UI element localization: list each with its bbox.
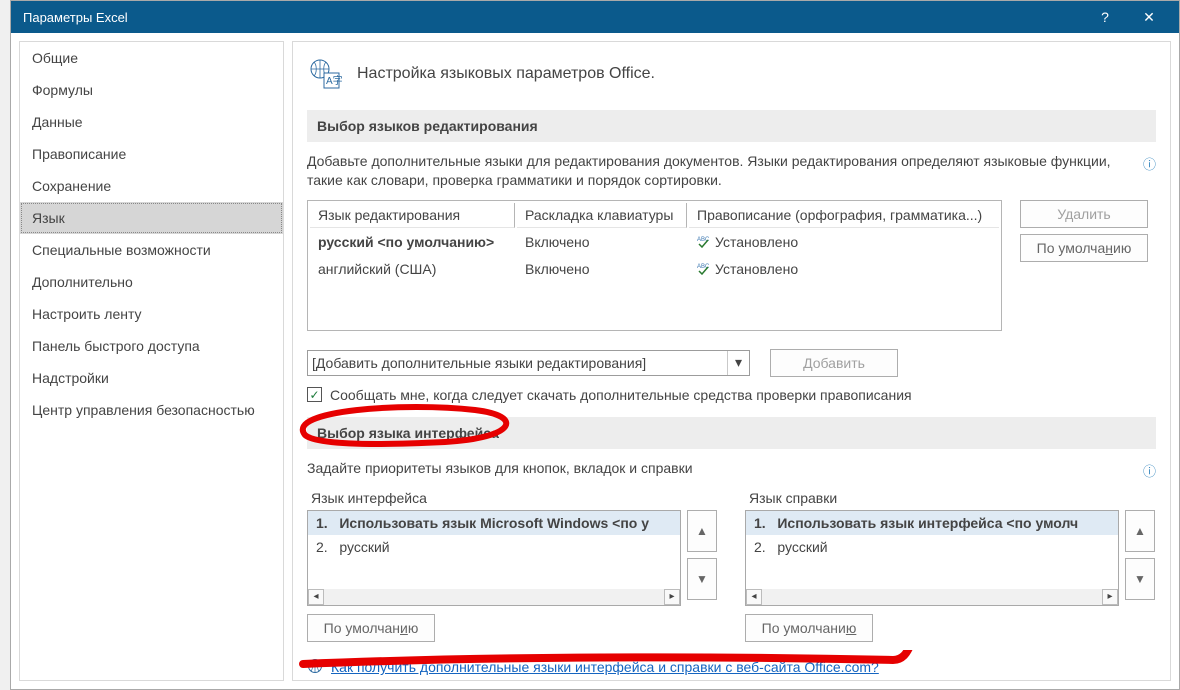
col-proof: Правописание (орфография, грамматика...) [689, 203, 999, 228]
set-default-help-button[interactable]: По умолчанию [745, 614, 873, 642]
section-header-editing: Выбор языков редактирования [307, 110, 1156, 142]
svg-text:ABC: ABC [697, 264, 710, 270]
scroll-left-icon[interactable]: ◂ [308, 589, 324, 605]
sidebar-item-quick-access[interactable]: Панель быстрого доступа [20, 330, 283, 362]
sidebar-item-proofing[interactable]: Правописание [20, 138, 283, 170]
sidebar-item-accessibility[interactable]: Специальные возможности [20, 234, 283, 266]
scroll-right-icon[interactable]: ▸ [664, 589, 680, 605]
interface-listbox[interactable]: 1. Использовать язык Microsoft Windows <… [307, 510, 681, 606]
help-button[interactable]: ? [1083, 1, 1127, 33]
sidebar-item-language[interactable]: Язык [20, 202, 283, 234]
checkbox-label: Сообщать мне, когда следует скачать допо… [330, 387, 912, 403]
editing-description: Добавьте дополнительные языки для редакт… [307, 152, 1135, 190]
move-down-button[interactable]: ▼ [687, 558, 717, 600]
table-row[interactable]: английский (США) Включено ABCУстановлено [310, 257, 999, 282]
close-button[interactable]: ✕ [1127, 1, 1171, 33]
dropdown-text: [Добавить дополнительные языки редактиро… [312, 355, 646, 371]
info-icon: ⓘ [1143, 154, 1156, 173]
scroll-left-icon[interactable]: ◂ [746, 589, 762, 605]
sidebar-item-trust-center[interactable]: Центр управления безопасностью [20, 394, 283, 426]
info-icon: ⓘ [1143, 461, 1156, 480]
get-more-languages-link[interactable]: Как получить дополнительные языки интерф… [331, 659, 879, 675]
page-title: Настройка языковых параметров Office. [357, 65, 655, 83]
sidebar-item-general[interactable]: Общие [20, 42, 283, 74]
layout-cell: Включено [517, 230, 687, 255]
abc-check-icon: ABC [697, 261, 715, 278]
list-item[interactable]: 1. Использовать язык Microsoft Windows <… [308, 511, 680, 535]
globe-icon [307, 658, 323, 677]
options-dialog: Параметры Excel ? ✕ Общие Формулы Данные… [10, 0, 1180, 690]
help-listbox[interactable]: 1. Использовать язык интерфейса <по умол… [745, 510, 1119, 606]
titlebar[interactable]: Параметры Excel ? ✕ [11, 1, 1179, 33]
lang-cell: русский <по умолчанию> [310, 230, 515, 255]
main-panel: A字 Настройка языковых параметров Office.… [292, 41, 1171, 681]
sidebar: Общие Формулы Данные Правописание Сохран… [19, 41, 284, 681]
sidebar-item-data[interactable]: Данные [20, 106, 283, 138]
move-up-button[interactable]: ▲ [1125, 510, 1155, 552]
sidebar-item-formulas[interactable]: Формулы [20, 74, 283, 106]
move-up-button[interactable]: ▲ [687, 510, 717, 552]
help-list-title: Язык справки [745, 490, 1155, 506]
set-default-ui-button[interactable]: По умолчанию [307, 614, 435, 642]
proof-cell: ABCУстановлено [689, 257, 999, 282]
globe-language-icon: A字 [307, 56, 343, 92]
chevron-down-icon: ▾ [727, 351, 749, 375]
set-default-button[interactable]: По умолчанию [1020, 234, 1148, 262]
abc-check-icon: ABC [697, 234, 715, 251]
svg-text:A字: A字 [326, 74, 342, 87]
list-item[interactable]: 2. русский [308, 535, 680, 559]
add-button[interactable]: Добавить [770, 349, 898, 377]
col-layout: Раскладка клавиатуры [517, 203, 687, 228]
scroll-right-icon[interactable]: ▸ [1102, 589, 1118, 605]
interface-list-title: Язык интерфейса [307, 490, 717, 506]
list-item[interactable]: 2. русский [746, 535, 1118, 559]
horizontal-scrollbar[interactable]: ◂▸ [308, 589, 680, 605]
svg-text:ABC: ABC [697, 237, 710, 243]
col-lang: Язык редактирования [310, 203, 515, 228]
notify-download-checkbox[interactable] [307, 387, 322, 402]
window-title: Параметры Excel [19, 10, 1083, 25]
table-row[interactable]: русский <по умолчанию> Включено ABCУстан… [310, 230, 999, 255]
horizontal-scrollbar[interactable]: ◂▸ [746, 589, 1118, 605]
delete-button[interactable]: Удалить [1020, 200, 1148, 228]
sidebar-item-advanced[interactable]: Дополнительно [20, 266, 283, 298]
editing-language-table[interactable]: Язык редактирования Раскладка клавиатуры… [307, 200, 1002, 331]
section-header-ui-language: Выбор языка интерфейса [307, 417, 1156, 449]
sidebar-item-customize-ribbon[interactable]: Настроить ленту [20, 298, 283, 330]
layout-cell: Включено [517, 257, 687, 282]
ui-description: Задайте приоритеты языков для кнопок, вк… [307, 459, 1135, 478]
table-row [310, 284, 999, 328]
move-down-button[interactable]: ▼ [1125, 558, 1155, 600]
sidebar-item-addins[interactable]: Надстройки [20, 362, 283, 394]
lang-cell: английский (США) [310, 257, 515, 282]
proof-cell: ABCУстановлено [689, 230, 999, 255]
add-language-dropdown[interactable]: [Добавить дополнительные языки редактиро… [307, 350, 750, 376]
list-item[interactable]: 1. Использовать язык интерфейса <по умол… [746, 511, 1118, 535]
sidebar-item-save[interactable]: Сохранение [20, 170, 283, 202]
